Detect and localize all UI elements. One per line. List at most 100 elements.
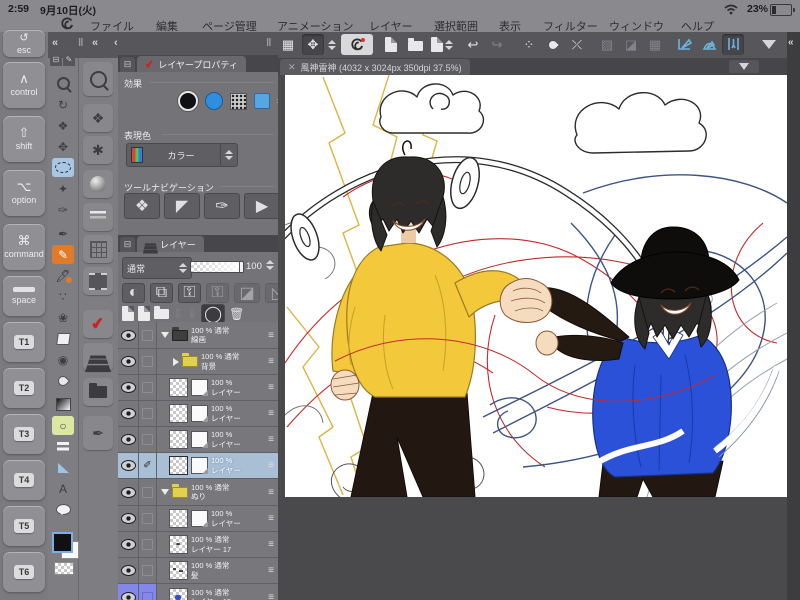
draw-target-pen-icon[interactable]: ✐ <box>139 453 157 478</box>
panel-dock-tab2-icon[interactable]: ⊟ <box>120 237 135 252</box>
target-cell[interactable] <box>139 427 157 452</box>
tool-pen[interactable]: ✒ <box>52 224 74 243</box>
layer-row[interactable]: 100 % レイヤー ≡ <box>118 375 278 401</box>
tool-blend[interactable]: ◉ <box>52 350 74 369</box>
visibility-toggle[interactable] <box>118 427 139 452</box>
undo-button[interactable]: ↩ <box>462 34 484 55</box>
toolnav-pen-icon[interactable]: ✑ <box>204 193 240 219</box>
target-cell[interactable] <box>139 532 157 557</box>
expand-arrow-icon[interactable] <box>173 357 179 366</box>
tool-fill[interactable] <box>52 371 74 390</box>
option-key[interactable]: ⌥ option <box>3 170 45 216</box>
layer-row-nuri[interactable]: 100 % 通常 ぬり ≡ <box>118 479 278 506</box>
target-cell[interactable] <box>139 506 157 531</box>
target-cell-highlighted[interactable] <box>139 584 157 600</box>
toolnav-object-icon[interactable]: ◤ <box>164 193 200 219</box>
collapse-arrow-icon[interactable] <box>161 332 169 338</box>
snap-to-grid-button[interactable] <box>722 34 744 55</box>
scale-rotate-button-disabled[interactable]: ▨ <box>596 34 618 55</box>
t4-key[interactable]: T4 <box>3 460 45 500</box>
layer-menu-icon[interactable]: ≡ <box>268 487 278 498</box>
layer-menu-icon[interactable]: ≡ <box>268 382 278 393</box>
layer-menu-icon[interactable]: ≡ <box>268 460 278 471</box>
target-cell[interactable] <box>139 349 157 374</box>
fill-button[interactable] <box>542 34 564 55</box>
snap-to-ruler-button[interactable] <box>674 34 696 55</box>
tool-frame-border[interactable] <box>52 437 74 456</box>
layer-folder-palette-icon[interactable] <box>83 378 113 406</box>
new-vector-layer-icon[interactable] <box>138 306 150 321</box>
mesh-transform-button-disabled[interactable]: ◪ <box>620 34 642 55</box>
layer-row-kami[interactable]: 100 % 通常髪 ≡ <box>118 558 278 584</box>
t5-key[interactable]: T5 <box>3 506 45 546</box>
layer-row[interactable]: 100 % レイヤー ≡ <box>118 401 278 427</box>
target-cell[interactable] <box>139 322 157 348</box>
blend-mode-dropdown[interactable]: 通常 <box>122 257 192 279</box>
touch-gesture-button[interactable]: ✥ <box>302 34 324 55</box>
tool-rotate-canvas[interactable]: ↻ <box>52 95 74 114</box>
quick-access-palette-icon[interactable] <box>83 62 113 96</box>
collapse-arrow-icon[interactable] <box>161 489 169 495</box>
dock-spinner[interactable] <box>325 34 338 55</box>
layer-menu-icon[interactable]: ≡ <box>268 513 278 524</box>
opacity-spinner[interactable] <box>266 260 274 270</box>
main-color-swatch[interactable] <box>52 532 73 553</box>
clip-at-layer-below-icon[interactable]: ◐ <box>122 283 145 303</box>
target-cell[interactable] <box>139 558 157 583</box>
layer-row-selected[interactable]: ✐ 100 % レイヤー ≡ <box>118 453 278 479</box>
divider-handle[interactable]: ‖ <box>78 37 83 49</box>
target-cell[interactable] <box>139 479 157 505</box>
layer-menu-icon[interactable]: ≡ <box>268 356 278 367</box>
sub-tool-palette-icon[interactable]: ❖ <box>83 104 113 132</box>
tool-selection-lasso[interactable] <box>52 158 74 177</box>
enable-mask-icon[interactable]: ◪ <box>234 283 260 303</box>
tool-gradient[interactable] <box>52 395 74 414</box>
t3-key[interactable]: T3 <box>3 414 45 454</box>
expression-color-spinner[interactable] <box>220 143 238 167</box>
tool-pencil[interactable]: ✎ <box>52 245 74 264</box>
collapse-left-icon[interactable]: « <box>52 37 58 49</box>
collapse-left3-icon[interactable]: ‹ <box>114 37 118 49</box>
lock-layer-icon[interactable]: ⚿ <box>178 283 201 303</box>
tool-text[interactable]: A <box>52 479 74 498</box>
tool-auto-select[interactable]: ✦ <box>52 179 74 198</box>
control-key[interactable]: ∧ control <box>3 62 45 108</box>
layer-panel-tab[interactable]: レイヤー <box>137 236 204 252</box>
toolbar-overflow-button[interactable] <box>752 34 786 55</box>
effect-watercolor-edge-icon[interactable] <box>205 92 223 110</box>
color-set-palette-icon[interactable] <box>83 235 113 263</box>
close-canvas-icon[interactable]: ✕ <box>288 62 296 73</box>
transfer-to-lower-layer-icon[interactable]: ⇩ <box>173 307 183 321</box>
effect-layer-color-icon[interactable] <box>254 93 270 109</box>
color-wheel-palette-icon[interactable] <box>83 170 113 198</box>
layer-menu-icon[interactable]: ≡ <box>268 565 278 576</box>
lock-transparent-pixels-icon[interactable]: ⚿ <box>206 283 229 303</box>
tool-property-palette-icon[interactable]: ✱ <box>83 136 113 164</box>
t6-key[interactable]: T6 <box>3 552 45 592</box>
toolnav-play-icon[interactable]: ▶ <box>244 193 280 219</box>
tool-airbrush[interactable]: ∵ <box>52 287 74 306</box>
snap-settings-button[interactable]: ⁘ <box>518 34 540 55</box>
reference-layer-icon[interactable]: ⧉ <box>150 283 173 303</box>
color-slider-palette-icon[interactable] <box>83 203 113 231</box>
layer-palette-icon[interactable] <box>83 343 113 371</box>
collapse-left2-icon[interactable]: « <box>92 37 98 49</box>
new-raster-layer-icon[interactable] <box>122 306 134 321</box>
delete-layer-icon[interactable]: 🗑︎ <box>229 307 244 321</box>
effect-tone-icon[interactable] <box>230 92 247 110</box>
tool-eyedropper[interactable]: ✑ <box>52 200 74 219</box>
material-palette-icon[interactable] <box>83 267 113 295</box>
layer-row-haikei[interactable]: 100 % 通常 背景 ≡ <box>118 349 278 375</box>
tool-move-layer[interactable]: ✥ <box>52 137 74 156</box>
tool-figure[interactable]: ○ <box>52 416 74 435</box>
redo-button[interactable]: ↪ <box>486 34 508 55</box>
tool-balloon[interactable] <box>52 500 74 519</box>
visibility-toggle[interactable] <box>118 558 139 583</box>
tool-zoom[interactable] <box>52 74 74 93</box>
layer-menu-icon[interactable]: ≡ <box>268 408 278 419</box>
new-file-button[interactable] <box>380 34 402 55</box>
clip-studio-logo-icon[interactable] <box>60 17 74 31</box>
esc-key[interactable]: ↺ esc <box>3 30 45 57</box>
shift-key[interactable]: ⇧ shift <box>3 116 45 162</box>
effect-border-icon[interactable] <box>178 91 198 111</box>
